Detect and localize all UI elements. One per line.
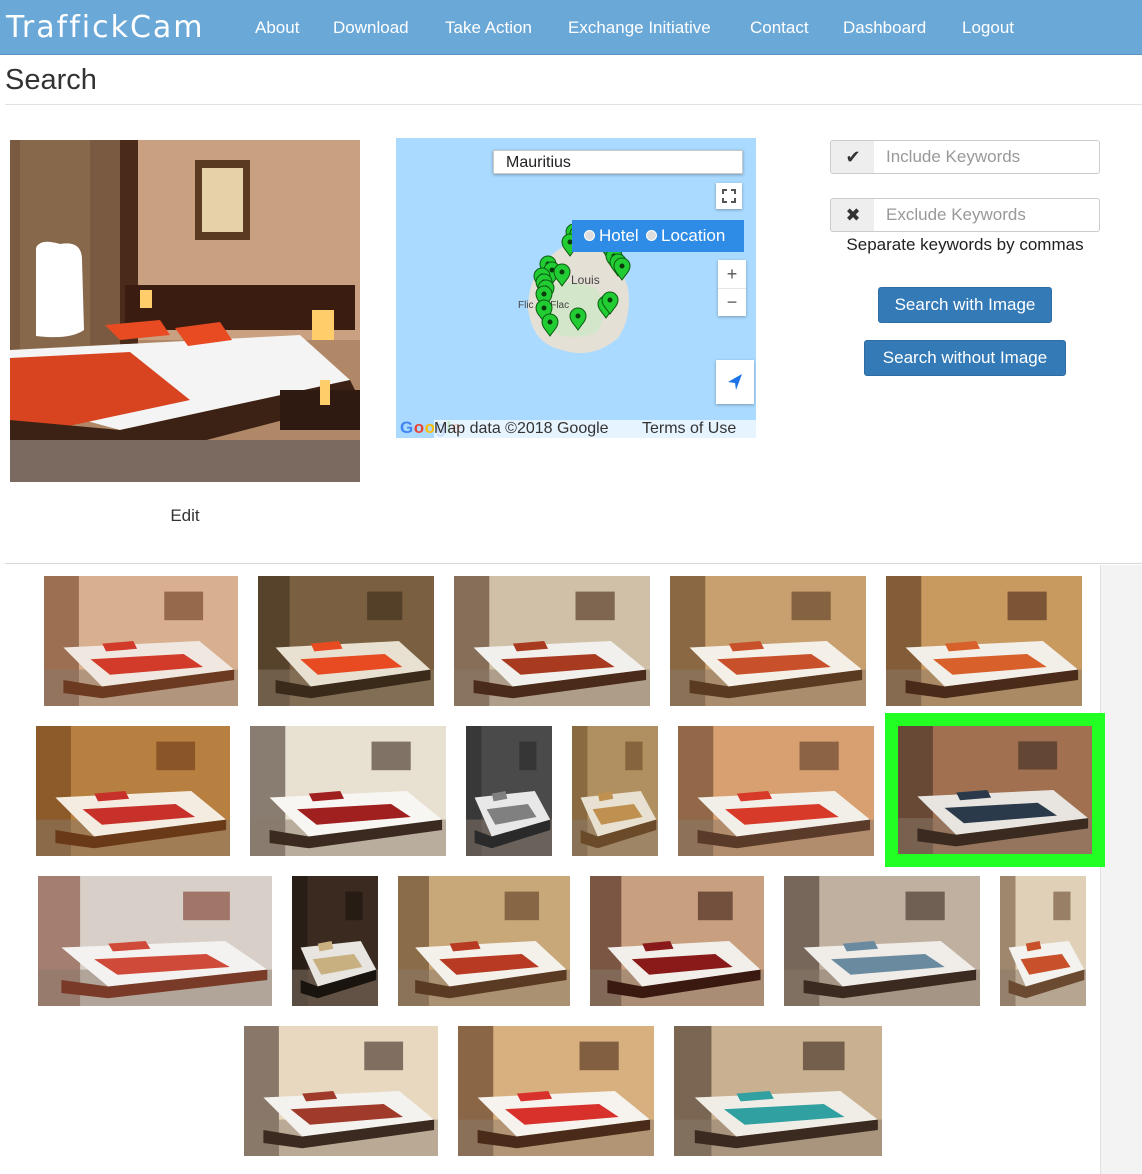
map-footer: Google Map data ©2018 Google Terms of Us… xyxy=(396,418,756,438)
location-radio[interactable]: Location xyxy=(646,220,725,252)
keywords-hint: Separate keywords by commas xyxy=(846,235,1084,254)
checkmark-icon: ✔ xyxy=(830,140,876,174)
map-marker-dot xyxy=(575,313,581,319)
search-with-image-button[interactable]: Search with Image xyxy=(878,287,1052,323)
top-navbar: TraffickCam About Download Take Action E… xyxy=(0,0,1142,55)
result-thumbnail[interactable] xyxy=(36,726,230,856)
location-arrow-icon xyxy=(728,374,742,390)
hotel-radio[interactable]: Hotel xyxy=(584,220,639,252)
result-thumbnail[interactable] xyxy=(590,876,764,1006)
result-thumbnail[interactable] xyxy=(454,576,650,706)
result-thumbnail[interactable] xyxy=(398,876,570,1006)
result-thumbnail[interactable] xyxy=(466,726,552,856)
hotel-room-photo xyxy=(784,876,980,1006)
radio-icon xyxy=(646,230,657,242)
result-thumbnail[interactable] xyxy=(244,1026,438,1156)
nav-download-link[interactable]: Download xyxy=(333,18,409,38)
brand-logo[interactable]: TraffickCam xyxy=(6,10,205,46)
hotel-room-photo xyxy=(670,576,866,706)
result-thumbnail[interactable] xyxy=(674,1026,882,1156)
radio-icon xyxy=(584,230,595,242)
cross-icon: ✖ xyxy=(830,198,876,232)
map-marker-dot xyxy=(619,263,625,269)
map-marker-dot xyxy=(541,291,547,297)
zoom-controls: + − xyxy=(718,260,746,316)
include-keywords-input[interactable] xyxy=(874,140,1100,174)
zoom-in-button[interactable]: + xyxy=(718,260,746,289)
hotel-room-photo xyxy=(36,726,230,856)
map-place-label: Louis xyxy=(571,273,600,287)
hotel-room-photo xyxy=(886,576,1082,706)
hotel-room-photo xyxy=(38,876,272,1006)
hotel-room-photo xyxy=(44,576,238,706)
result-thumbnail[interactable] xyxy=(38,876,272,1006)
scrollbar[interactable] xyxy=(1100,565,1142,1174)
title-divider xyxy=(5,104,1142,105)
terms-of-use-link[interactable]: Terms of Use xyxy=(642,420,736,438)
hotel-room-photo xyxy=(1000,876,1086,1006)
zoom-out-button[interactable]: − xyxy=(718,288,746,316)
hotel-room-photo xyxy=(572,726,658,856)
map-marker-dot xyxy=(547,319,553,325)
map-search-input[interactable]: Mauritius xyxy=(493,150,743,174)
hotel-room-photo xyxy=(454,576,650,706)
result-thumbnail[interactable] xyxy=(292,876,378,1006)
result-thumbnail-selected[interactable] xyxy=(885,713,1105,867)
result-thumbnail[interactable] xyxy=(670,576,866,706)
hotel-room-photo xyxy=(258,576,434,706)
hotel-room-photo xyxy=(898,726,1092,854)
map-attribution: Map data ©2018 Google Terms of Use xyxy=(434,420,756,438)
hotel-room-photo xyxy=(590,876,764,1006)
nav-contact-link[interactable]: Contact xyxy=(750,18,809,38)
map-data-text: Map data ©2018 Google xyxy=(434,420,609,437)
hotel-room-photo xyxy=(678,726,874,856)
edit-image-link[interactable]: Edit xyxy=(150,506,220,526)
result-thumbnail[interactable] xyxy=(250,726,446,856)
result-thumbnail[interactable] xyxy=(258,576,434,706)
location-radio-label: Location xyxy=(661,226,726,245)
hotel-room-photo xyxy=(250,726,446,856)
search-without-image-button[interactable]: Search without Image xyxy=(864,340,1066,376)
fullscreen-icon[interactable] xyxy=(716,183,742,209)
hotel-room-photo xyxy=(466,726,552,856)
map-canvas: Louis Flic en Flac xyxy=(396,138,756,438)
exclude-keywords-input[interactable] xyxy=(874,198,1100,232)
result-thumbnail[interactable] xyxy=(458,1026,654,1156)
nav-about-link[interactable]: About xyxy=(255,18,299,38)
map-marker-dot xyxy=(607,297,613,303)
result-thumbnail[interactable] xyxy=(572,726,658,856)
include-keywords-group: ✔ xyxy=(830,140,1100,174)
hotel-room-photo xyxy=(458,1026,654,1156)
map-widget[interactable]: Louis Flic en Flac Mauritius Hotel Locat… xyxy=(396,138,756,438)
hotel-room-photo xyxy=(292,876,378,1006)
page-title: Search xyxy=(5,64,97,96)
nav-exchange-initiative-link[interactable]: Exchange Initiative xyxy=(568,18,711,38)
hotel-room-photo xyxy=(398,876,570,1006)
hotel-room-photo xyxy=(674,1026,882,1156)
locate-button[interactable] xyxy=(716,360,754,404)
hotel-room-photo xyxy=(244,1026,438,1156)
query-image xyxy=(10,140,360,482)
nav-dashboard-link[interactable]: Dashboard xyxy=(843,18,926,38)
results-divider xyxy=(5,563,1142,564)
nav-logout-link[interactable]: Logout xyxy=(962,18,1014,38)
hotel-location-toggle: Hotel Location xyxy=(572,220,744,252)
result-thumbnail[interactable] xyxy=(1000,876,1086,1006)
hotel-radio-label: Hotel xyxy=(599,226,639,245)
result-thumbnail[interactable] xyxy=(44,576,238,706)
result-thumbnail[interactable] xyxy=(886,576,1082,706)
result-thumbnail[interactable] xyxy=(784,876,980,1006)
exclude-keywords-group: ✖ xyxy=(830,198,1100,232)
result-thumbnail[interactable] xyxy=(678,726,874,856)
nav-take-action-link[interactable]: Take Action xyxy=(445,18,532,38)
map-marker-dot xyxy=(541,305,547,311)
map-marker-dot xyxy=(559,269,565,275)
